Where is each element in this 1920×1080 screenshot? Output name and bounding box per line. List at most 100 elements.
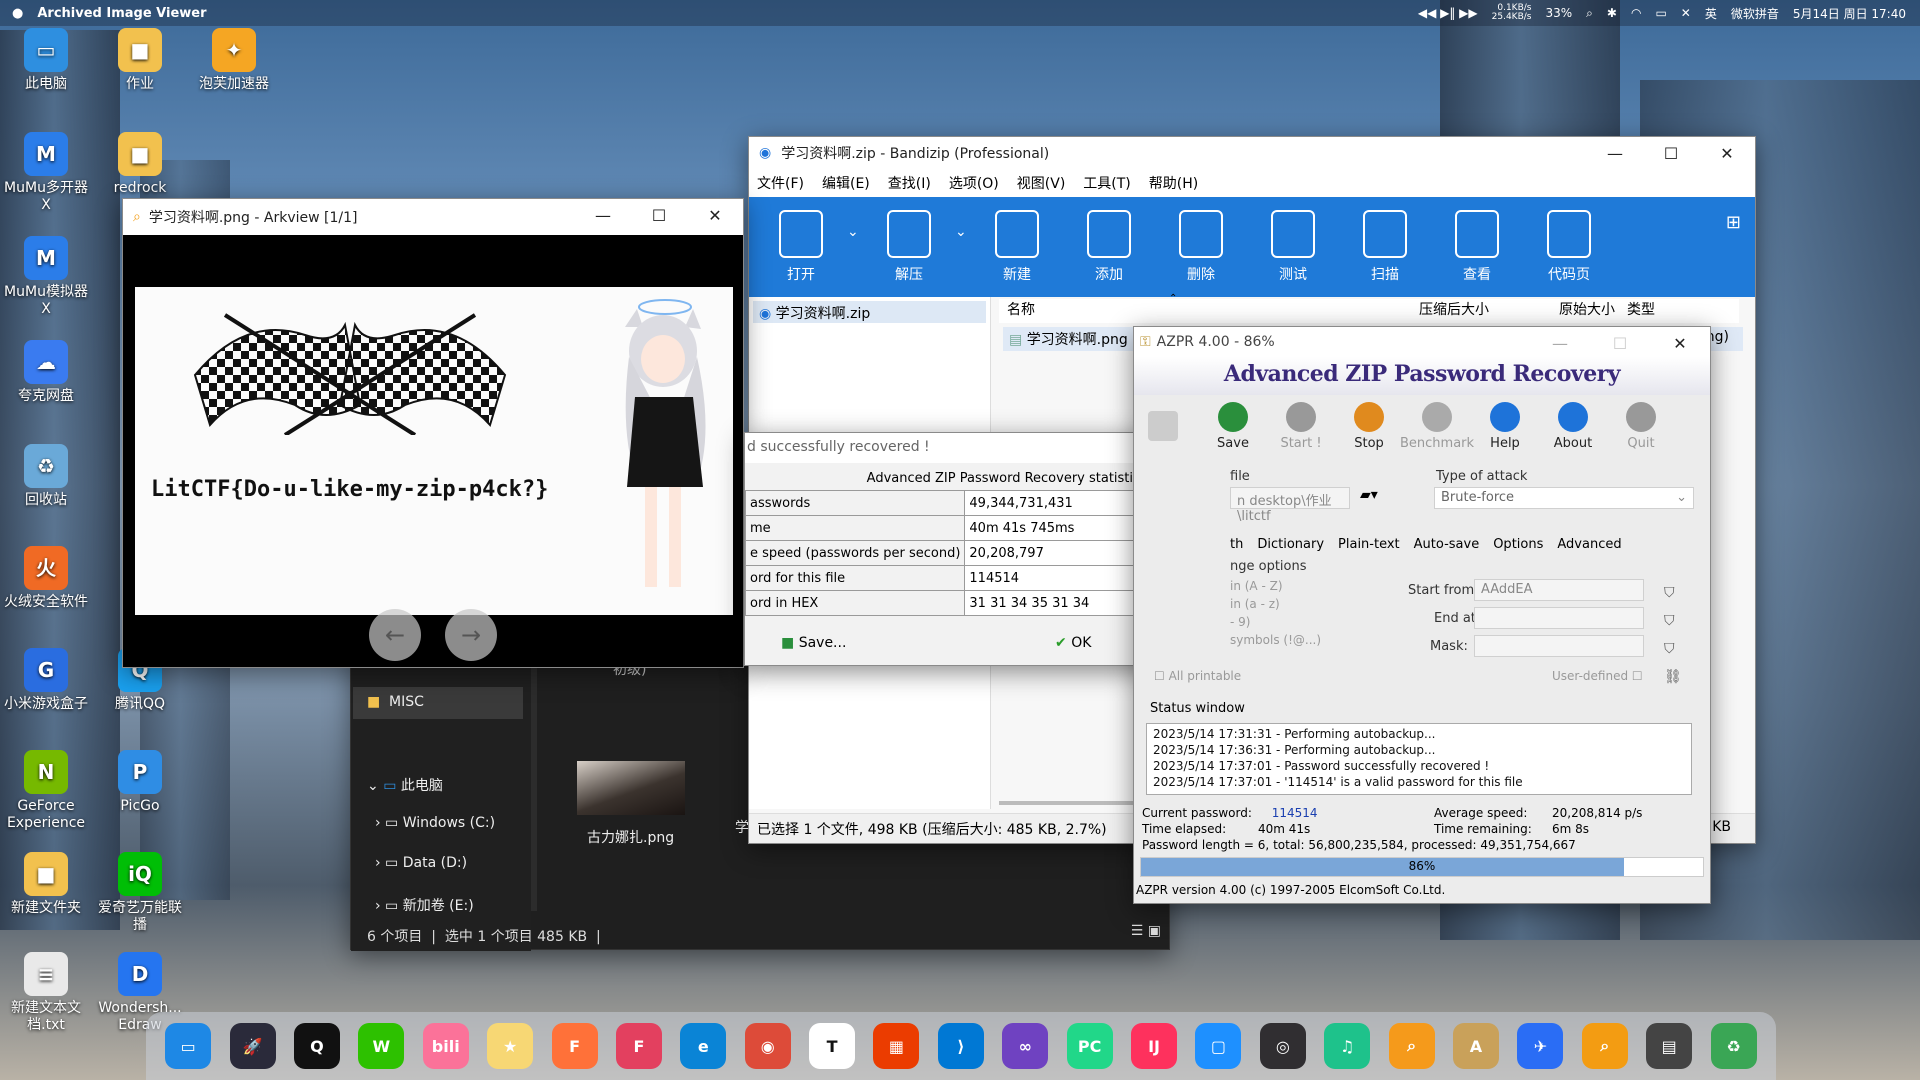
toolbar-button[interactable]: 代码页 — [1523, 210, 1615, 284]
media-controls[interactable]: ◀◀ ▶‖ ▶▶ — [1418, 6, 1478, 20]
grid-icon[interactable]: ⊞ — [1726, 212, 1741, 233]
dock-intellij-icon[interactable]: IJ — [1131, 1023, 1178, 1069]
dock-star-icon[interactable]: ★ — [487, 1023, 534, 1069]
toolbar-button[interactable]: 测试 — [1247, 210, 1339, 284]
azpr-about-button[interactable]: About — [1540, 401, 1606, 451]
minimize-button[interactable]: — — [1587, 137, 1643, 169]
dock-edge-icon[interactable]: e — [680, 1023, 727, 1069]
dock-launchpad-icon[interactable]: 🚀 — [229, 1023, 276, 1069]
toolbar-button[interactable]: 删除 — [1155, 210, 1247, 284]
desktop-icon[interactable]: 火火绒安全软件 — [0, 546, 92, 611]
image-thumbnail[interactable] — [577, 761, 685, 815]
azpr-save-button[interactable]: Save — [1200, 401, 1266, 451]
menu-item[interactable]: 视图(V) — [1017, 173, 1066, 193]
dropdown-arrow-icon[interactable]: ⌄ — [847, 224, 863, 240]
azpr-tab[interactable]: Options — [1493, 537, 1543, 552]
end-at-input[interactable] — [1474, 607, 1644, 629]
minimize-button[interactable]: — — [575, 199, 631, 231]
close-button[interactable]: ✕ — [687, 199, 743, 231]
dock-firefox-dev-icon[interactable]: F — [615, 1023, 662, 1069]
display-icon[interactable]: ▭ — [1655, 6, 1666, 20]
desktop-icon[interactable]: ♻ 回收站 — [0, 444, 92, 509]
nav-item-drive-c[interactable]: › ▭ Windows (C:) — [375, 815, 495, 831]
attack-type-select[interactable]: Brute-force ⌄ — [1434, 487, 1694, 509]
charset-option[interactable]: - 9) — [1230, 613, 1321, 631]
ime-indicator[interactable]: 英 — [1705, 5, 1717, 22]
dock-search-icon[interactable]: ⌕ — [1388, 1023, 1435, 1069]
dialog-ok-button[interactable]: ✔ OK — [1055, 635, 1091, 651]
col-packed[interactable]: 压缩后大小 — [1419, 299, 1489, 319]
azpr-quit-button[interactable]: Quit — [1608, 401, 1674, 451]
dock-azpr-icon[interactable]: A — [1453, 1023, 1499, 1069]
col-name[interactable]: 名称 — [1007, 299, 1035, 319]
mask-input[interactable] — [1474, 635, 1644, 657]
dock-pycharm-icon[interactable]: PC — [1066, 1023, 1113, 1069]
wifi-icon[interactable]: ◠ — [1631, 6, 1641, 20]
charset-option[interactable]: in (A - Z) — [1230, 577, 1321, 595]
toolbar-button[interactable]: 打开 — [755, 210, 847, 284]
azpr-benchmark-button[interactable]: Benchmark — [1400, 401, 1474, 451]
azpr-help-button[interactable]: Help — [1472, 401, 1538, 451]
menu-item[interactable]: 编辑(E) — [822, 173, 870, 193]
dropdown-arrow-icon[interactable]: ⌄ — [955, 224, 971, 240]
close-button[interactable]: ✕ — [1650, 327, 1710, 359]
desktop-icon[interactable]: M MuMu多开器X — [0, 132, 92, 214]
desktop-icon[interactable]: ☁ 夸克网盘 — [0, 340, 92, 405]
azpr-tab[interactable]: Auto-save — [1414, 537, 1480, 552]
dock-finder-icon[interactable]: ▭ — [165, 1023, 212, 1069]
menu-item[interactable]: 查找(I) — [888, 173, 931, 193]
desktop-icon[interactable]: G 小米游戏盒子 — [0, 648, 92, 713]
desktop-icon[interactable]: iQ 爱奇艺万能联播 — [94, 852, 186, 934]
dock-wechat-icon[interactable]: W — [358, 1023, 405, 1069]
nav-item-misc[interactable]: ■ MISC — [353, 687, 523, 719]
desktop-icon[interactable]: ≡ 新建文本文档.txt — [0, 952, 92, 1034]
dock-obs-icon[interactable]: ◎ — [1259, 1023, 1306, 1069]
dock-office-icon[interactable]: ▦ — [873, 1023, 920, 1069]
toolbar-button[interactable]: 新建 — [971, 210, 1063, 284]
desktop-icon[interactable]: N GeForce Experience — [0, 750, 92, 832]
azpr-tab[interactable]: Plain-text — [1338, 537, 1400, 552]
azpr-tab[interactable]: Advanced — [1557, 537, 1621, 552]
charset-option[interactable]: in (a - z) — [1230, 595, 1321, 613]
nav-scrollbar[interactable] — [531, 651, 537, 911]
desktop-icon[interactable]: ▭ 此电脑 — [0, 28, 92, 93]
open-icon[interactable] — [1148, 411, 1178, 441]
start-from-input[interactable]: AAddEA — [1474, 579, 1644, 601]
col-size[interactable]: 原始大小 — [1559, 299, 1615, 319]
dock-chrome-icon[interactable]: ◉ — [744, 1023, 791, 1069]
dialog-save-button[interactable]: ■ Save... — [781, 635, 846, 651]
dock-feishu-icon[interactable]: ✈ — [1517, 1023, 1564, 1069]
azpr-start-button[interactable]: Start ! — [1268, 401, 1334, 451]
file-path-input[interactable]: n desktop\作业\litctf — [1230, 487, 1350, 524]
menu-item[interactable]: 帮助(H) — [1149, 173, 1198, 193]
maximize-button[interactable]: ☐ — [1590, 327, 1650, 359]
ime-name[interactable]: 微软拼音 — [1731, 5, 1779, 22]
dock-music-icon[interactable]: ♫ — [1324, 1023, 1371, 1069]
clock[interactable]: 5月14日 周日 17:40 — [1793, 5, 1906, 22]
minimize-button[interactable]: — — [1530, 327, 1590, 359]
dock-firefox-icon[interactable]: F — [551, 1023, 598, 1069]
prev-image-button[interactable]: ← — [369, 609, 421, 661]
dock-qq-icon[interactable]: Q — [293, 1023, 340, 1069]
thumbnail-label[interactable]: 古力娜扎.png — [587, 827, 674, 847]
nav-item-drive-d[interactable]: › ▭ Data (D:) — [375, 855, 467, 871]
close-button[interactable]: ✕ — [1699, 137, 1755, 169]
menu-item[interactable]: 选项(O) — [949, 173, 999, 193]
azpr-tab[interactable]: th — [1230, 537, 1243, 552]
dock-arkview-icon[interactable]: ⌕ — [1581, 1023, 1628, 1069]
menu-item[interactable]: 工具(T) — [1083, 173, 1130, 193]
desktop-icon[interactable]: ■ 作业 — [94, 28, 186, 93]
user-defined-checkbox[interactable]: User-defined ☐ — [1552, 669, 1643, 683]
col-type[interactable]: 类型 — [1627, 299, 1655, 319]
open-file-icon[interactable]: ▰▾ — [1360, 487, 1378, 503]
tree-item-archive[interactable]: ◉ 学习资料啊.zip — [753, 301, 986, 323]
bluetooth-icon[interactable]: ✱ — [1607, 6, 1617, 20]
dock-bilibili-icon[interactable]: bili — [422, 1023, 469, 1069]
desktop-icon[interactable]: ✦ 泡芙加速器 — [188, 28, 280, 93]
pick-icons[interactable]: ⛉ ⛉ ⛉ ⛓ — [1664, 579, 1682, 691]
mute-icon[interactable]: ✕ — [1681, 6, 1691, 20]
nav-item-drive-e[interactable]: › ▭ 新加卷 (E:) — [375, 895, 474, 915]
view-toggle-icons[interactable]: ☰ ▣ — [1131, 923, 1161, 939]
dock-visual-studio-icon[interactable]: ∞ — [1002, 1023, 1049, 1069]
apple-icon[interactable]: ● — [12, 6, 23, 21]
